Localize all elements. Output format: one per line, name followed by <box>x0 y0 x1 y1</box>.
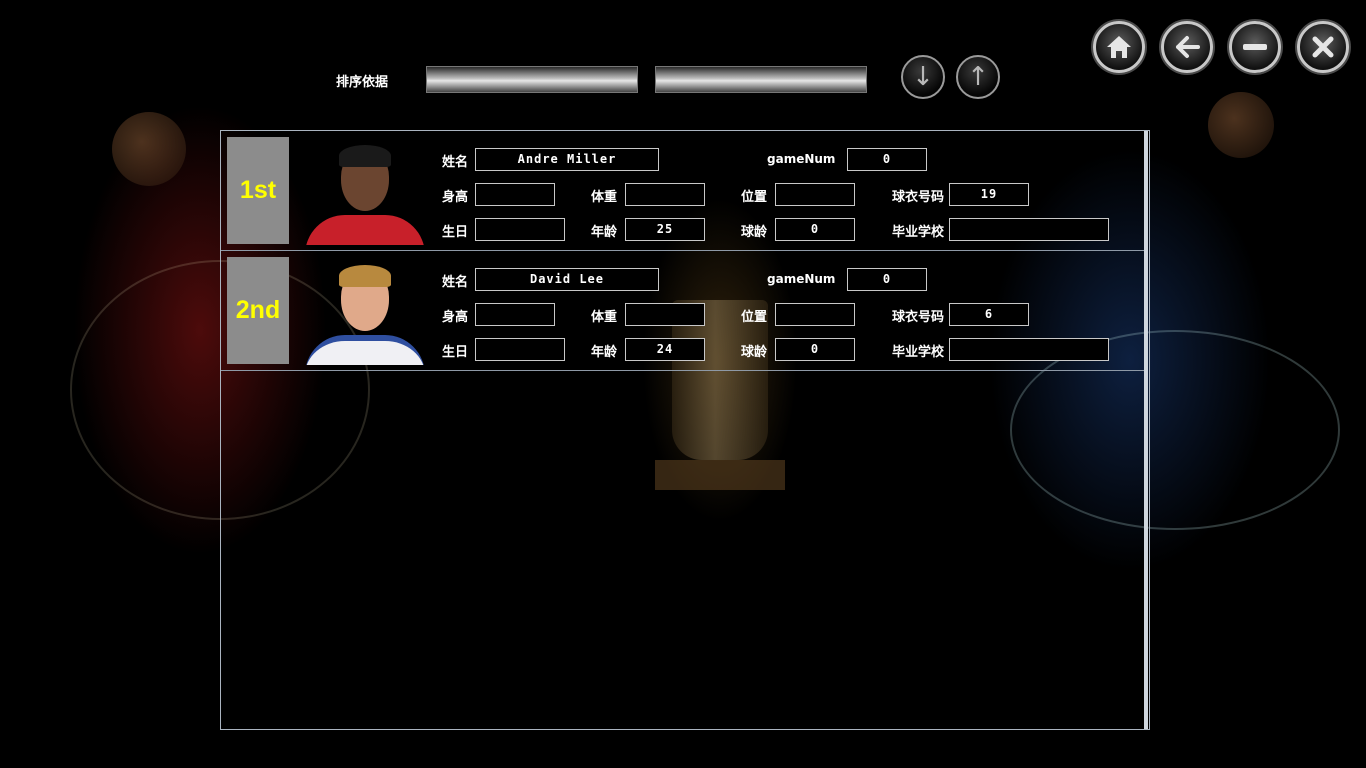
sort-label: 排序依据 <box>336 75 389 90</box>
weight-field[interactable] <box>625 183 705 206</box>
age-field[interactable]: 25 <box>625 218 705 241</box>
back-icon <box>1176 36 1200 58</box>
jersey-field[interactable]: 6 <box>949 303 1029 326</box>
experience-field[interactable]: 0 <box>775 338 855 361</box>
minimize-button[interactable] <box>1229 21 1281 73</box>
arrow-up-icon: ↑ <box>967 62 989 92</box>
height-label: 身高 <box>442 310 469 325</box>
player-photo <box>297 141 433 245</box>
birthday-field[interactable] <box>475 218 565 241</box>
game-num-label: gameNum <box>767 272 836 286</box>
game-num-field[interactable]: 0 <box>847 268 927 291</box>
experience-label: 球龄 <box>741 225 768 240</box>
position-field[interactable] <box>775 183 855 206</box>
arrow-down-icon: ↓ <box>912 62 934 92</box>
experience-label: 球龄 <box>741 345 768 360</box>
sort-field-primary[interactable] <box>426 66 638 93</box>
jersey-field[interactable]: 19 <box>949 183 1029 206</box>
height-field[interactable] <box>475 303 555 326</box>
name-field[interactable]: Andre Miller <box>475 148 659 171</box>
age-label: 年龄 <box>591 225 618 240</box>
name-label: 姓名 <box>442 155 469 170</box>
sort-descending-button[interactable]: ↓ <box>901 55 945 99</box>
weight-label: 体重 <box>591 190 618 205</box>
player-row[interactable]: 2nd 姓名 David Lee gameNum 0 身高 体重 位置 球衣号码… <box>221 251 1144 371</box>
sort-field-secondary[interactable] <box>655 66 867 93</box>
height-label: 身高 <box>442 190 469 205</box>
position-label: 位置 <box>741 310 768 325</box>
jersey-label: 球衣号码 <box>892 190 945 205</box>
sort-ascending-button[interactable]: ↑ <box>956 55 1000 99</box>
home-icon <box>1107 36 1131 58</box>
birthday-field[interactable] <box>475 338 565 361</box>
basketball-right-decoration <box>1208 92 1274 158</box>
basketball-left-decoration <box>112 112 186 186</box>
name-field[interactable]: David Lee <box>475 268 659 291</box>
birthday-label: 生日 <box>442 345 469 360</box>
player-row[interactable]: 1st 姓名 Andre Miller gameNum 0 身高 体重 位置 球… <box>221 131 1144 251</box>
name-label: 姓名 <box>442 275 469 290</box>
position-label: 位置 <box>741 190 768 205</box>
player-photo <box>297 261 433 365</box>
player-list-scrollbar[interactable] <box>1144 131 1148 729</box>
height-field[interactable] <box>475 183 555 206</box>
minimize-icon <box>1243 44 1267 50</box>
school-label: 毕业学校 <box>892 225 945 240</box>
game-num-label: gameNum <box>767 152 836 166</box>
jersey-label: 球衣号码 <box>892 310 945 325</box>
experience-field[interactable]: 0 <box>775 218 855 241</box>
weight-label: 体重 <box>591 310 618 325</box>
close-icon <box>1312 36 1334 58</box>
home-button[interactable] <box>1093 21 1145 73</box>
rank-badge: 1st <box>227 137 289 244</box>
back-button[interactable] <box>1161 21 1213 73</box>
rank-badge: 2nd <box>227 257 289 364</box>
position-field[interactable] <box>775 303 855 326</box>
school-field[interactable] <box>949 338 1109 361</box>
close-button[interactable] <box>1297 21 1349 73</box>
birthday-label: 生日 <box>442 225 469 240</box>
school-label: 毕业学校 <box>892 345 945 360</box>
school-field[interactable] <box>949 218 1109 241</box>
age-label: 年龄 <box>591 345 618 360</box>
weight-field[interactable] <box>625 303 705 326</box>
game-num-field[interactable]: 0 <box>847 148 927 171</box>
age-field[interactable]: 24 <box>625 338 705 361</box>
